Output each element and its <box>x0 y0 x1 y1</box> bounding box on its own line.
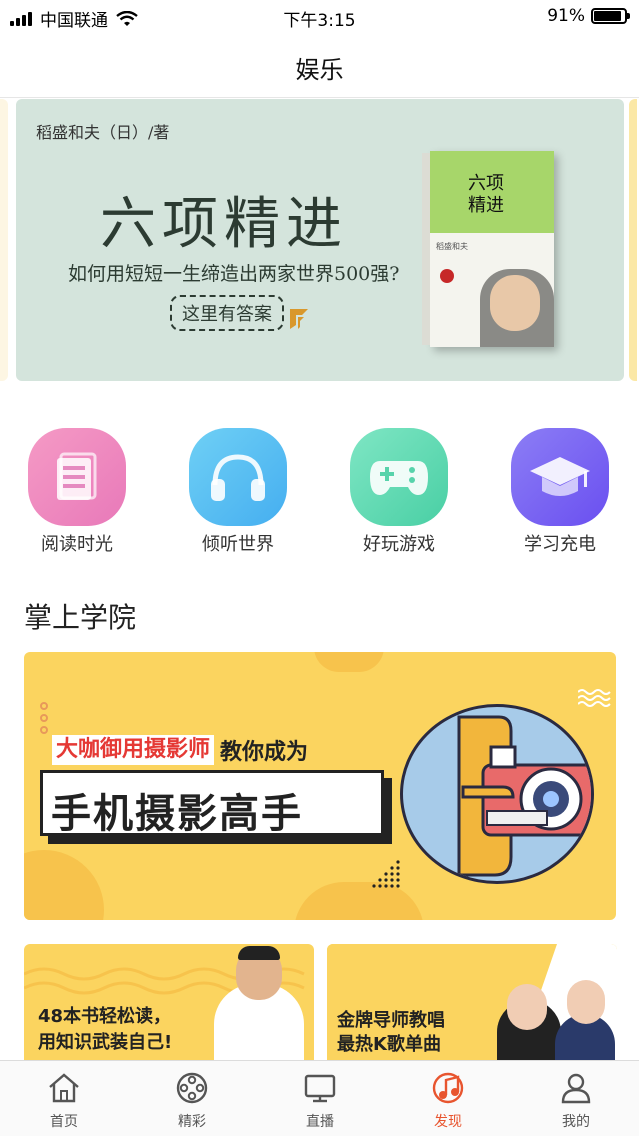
tab-discover[interactable]: 发现 <box>408 1071 488 1131</box>
promo-books[interactable]: 48本书轻松读， 用知识武装自己! <box>24 944 314 1060</box>
camera-illustration <box>400 704 594 884</box>
tab-label-live: 直播 <box>306 1114 334 1130</box>
tv-icon <box>304 1074 336 1103</box>
menu-item-listening[interactable]: 倾听世界 <box>178 428 298 556</box>
music-note-icon <box>432 1072 464 1104</box>
promo-tagline-row: 大咖御用摄影师 教你成为 <box>52 734 308 766</box>
status-bar: 中国联通 下午3:15 91% <box>0 0 639 34</box>
menu-label-listening: 倾听世界 <box>202 534 274 555</box>
banner-subtitle: 如何用短短一生缔造出两家世界500强? <box>68 263 400 285</box>
promo-books-line1: 48本书轻松读， <box>38 1006 172 1027</box>
promo-karaoke-line2: 最热K歌单曲 <box>337 1034 441 1055</box>
promo-karaoke-line1: 金牌导师教唱 <box>337 1010 445 1031</box>
menu-label-games: 好玩游戏 <box>363 534 435 555</box>
menu-item-games[interactable]: 好玩游戏 <box>339 428 459 556</box>
arrow-icon <box>290 309 308 329</box>
promo-karaoke[interactable]: 金牌导师教唱 最热K歌单曲 <box>327 944 617 1060</box>
singer-face-male <box>567 980 605 1024</box>
decor-blob <box>24 850 104 920</box>
tab-home[interactable]: 首页 <box>24 1071 104 1131</box>
promo-photography[interactable]: 大咖御用摄影师 教你成为 手机摄影高手 <box>24 652 616 920</box>
book-seal <box>440 269 454 283</box>
tab-bar: 首页 精彩 直播 发现 我的 <box>0 1060 639 1136</box>
tab-label-featured: 精彩 <box>178 1114 206 1130</box>
section-title: 掌上学院 <box>24 601 137 634</box>
singer-face-female <box>507 984 547 1030</box>
battery-icon <box>591 8 630 24</box>
menu-label-study: 学习充电 <box>524 534 596 555</box>
banner-author: 稻盛和夫（日）/著 <box>36 123 170 142</box>
decor-waves <box>578 689 611 707</box>
page-title: 娱乐 <box>295 56 344 84</box>
book-cover-image: 六项精进 稻盛和夫 <box>422 151 554 347</box>
book-author-face <box>490 275 540 331</box>
headphones-icon[interactable] <box>189 428 287 526</box>
book-spine <box>422 153 430 345</box>
decor-blob <box>294 882 424 920</box>
gamepad-icon[interactable] <box>350 428 448 526</box>
decor-dot-triangle <box>372 860 400 888</box>
book-title: 六项精进 <box>468 173 504 216</box>
nav-bar: 娱乐 <box>0 34 639 98</box>
promo-highlight: 大咖御用摄影师 <box>52 735 215 765</box>
banner-slide[interactable]: 稻盛和夫（日）/著 六项精进 如何用短短一生缔造出两家世界500强? 这里有答案… <box>16 99 624 381</box>
promo-books-line2: 用知识武装自己! <box>38 1032 173 1053</box>
user-icon <box>561 1073 591 1104</box>
presenter-hair <box>238 946 280 960</box>
menu-label-reading: 阅读时光 <box>41 534 113 555</box>
decor-dots <box>40 702 50 738</box>
tab-label-discover: 发现 <box>434 1114 462 1130</box>
banner-title: 六项精进 <box>100 192 348 257</box>
banner-prev-peek[interactable] <box>0 99 8 381</box>
menu-item-reading[interactable]: 阅读时光 <box>17 428 137 556</box>
category-menu: 阅读时光 倾听世界 好玩游戏 学习充电 <box>0 428 639 558</box>
promo-tagline: 教你成为 <box>220 740 309 765</box>
film-reel-icon <box>176 1072 208 1104</box>
battery-percent: 91% <box>547 6 585 26</box>
graduation-cap-icon[interactable] <box>511 428 609 526</box>
book-author-label: 稻盛和夫 <box>436 242 468 251</box>
battery-fill <box>594 11 622 21</box>
status-right: 91% <box>547 6 630 26</box>
menu-item-study[interactable]: 学习充电 <box>500 428 620 556</box>
banner-next-peek[interactable] <box>629 99 637 381</box>
status-time: 下午3:15 <box>283 11 356 31</box>
tab-me[interactable]: 我的 <box>536 1071 616 1131</box>
book-icon[interactable] <box>28 428 126 526</box>
tab-live[interactable]: 直播 <box>280 1071 360 1131</box>
promo-headline: 手机摄影高手 <box>51 791 303 837</box>
home-icon <box>49 1073 79 1103</box>
tab-featured[interactable]: 精彩 <box>152 1071 232 1131</box>
tab-label-me: 我的 <box>562 1114 590 1130</box>
promo-headline-box: 手机摄影高手 <box>40 770 384 837</box>
banner-cta-button[interactable]: 这里有答案 <box>170 295 284 331</box>
tab-label-home: 首页 <box>50 1114 78 1130</box>
banner-carousel[interactable]: 稻盛和夫（日）/著 六项精进 如何用短短一生缔造出两家世界500强? 这里有答案… <box>0 99 639 383</box>
decor-blob <box>314 652 384 672</box>
